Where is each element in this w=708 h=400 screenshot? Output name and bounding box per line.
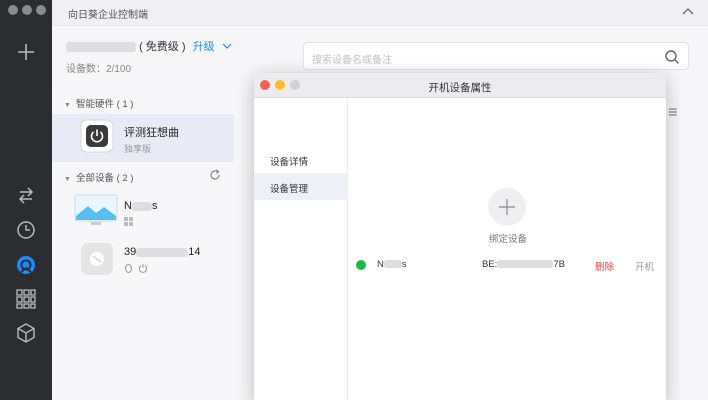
- linux-penguin-icon: [125, 264, 132, 273]
- device-item-smart[interactable]: 评测狂想曲 独享版: [52, 114, 234, 162]
- power-icon[interactable]: [138, 263, 148, 273]
- menu-device-management[interactable]: 设备管理: [254, 173, 348, 200]
- apps-grid-icon[interactable]: [15, 288, 37, 310]
- search-input[interactable]: 搜索设备名或备注: [303, 42, 689, 70]
- caret-down-icon: ▼: [64, 176, 71, 183]
- boot-device-properties-dialog: 开机设备属性 设备详情 设备管理 绑定设备 Ns BE: 7B 删除 开机: [254, 73, 666, 400]
- device-item-windows[interactable]: Ns: [52, 190, 234, 238]
- bound-device-name: Ns: [377, 259, 407, 270]
- remote-control-icon[interactable]: [15, 184, 37, 206]
- device-name: Ns: [124, 200, 158, 212]
- add-icon[interactable]: [15, 41, 37, 63]
- group-label: 全部设备 ( 2 ): [75, 173, 134, 184]
- online-status-icon: [356, 260, 366, 270]
- caret-down-icon: ▼: [64, 102, 71, 109]
- offline-device-icon: [81, 243, 113, 275]
- chevron-down-icon[interactable]: [222, 42, 232, 50]
- title-bar: 向日葵企业控制端: [52, 0, 708, 26]
- device-edition: 独享版: [124, 144, 152, 154]
- chevron-up-icon[interactable]: [682, 7, 694, 17]
- power-device-icon: [80, 119, 114, 153]
- bound-device-mac: BE: 7B: [482, 259, 565, 270]
- bind-device-button[interactable]: [488, 188, 526, 226]
- delete-button[interactable]: 删除: [595, 259, 614, 273]
- device-name: 评测狂想曲: [124, 127, 179, 139]
- account-level: ( 免费级 ): [139, 41, 186, 53]
- dialog-menu: 设备详情 设备管理: [254, 98, 348, 400]
- refresh-icon[interactable]: [209, 169, 221, 181]
- search-icon[interactable]: [664, 49, 680, 65]
- power-on-button[interactable]: 开机: [635, 259, 654, 273]
- group-all-devices[interactable]: ▼ 全部设备 ( 2 ): [64, 170, 133, 184]
- window-zoom-button[interactable]: [36, 5, 46, 15]
- account-name-redacted: [66, 42, 136, 53]
- dialog-title: 开机设备属性: [428, 82, 492, 94]
- windows-desktop-icon: [74, 194, 118, 225]
- upgrade-link[interactable]: 升级: [193, 41, 215, 53]
- package-icon[interactable]: [15, 322, 37, 344]
- bound-device-row: Ns BE: 7B 删除 开机: [356, 259, 656, 275]
- account-bar: ( 免费级 ) 升级: [66, 38, 232, 54]
- dialog-title-bar: 开机设备属性: [254, 73, 666, 98]
- menu-device-details[interactable]: 设备详情: [254, 146, 348, 173]
- window-minimize-button[interactable]: [22, 5, 32, 15]
- plus-icon: [499, 199, 515, 215]
- list-view-icon[interactable]: [668, 107, 678, 117]
- history-icon[interactable]: [15, 219, 37, 241]
- nav-rail: [0, 0, 52, 400]
- windows-logo-icon: [124, 217, 133, 226]
- device-item-linux[interactable]: 39 14: [52, 236, 234, 284]
- search-placeholder: 搜索设备名或备注: [312, 55, 392, 66]
- device-list-icon[interactable]: [15, 254, 37, 276]
- group-smart-hardware[interactable]: ▼ 智能硬件 ( 1 ): [64, 96, 133, 110]
- device-count: 设备数：2/100: [66, 64, 132, 75]
- device-name: 39 14: [124, 246, 201, 258]
- bind-device-label: 绑定设备: [488, 234, 527, 245]
- app-title: 向日葵企业控制端: [68, 10, 148, 21]
- window-close-button[interactable]: [8, 5, 18, 15]
- device-list-panel: ▼ 智能硬件 ( 1 ) 评测狂想曲 独享版 ▼ 全部设备 ( 2 ) N s …: [52, 88, 240, 400]
- group-label: 智能硬件 ( 1 ): [75, 99, 134, 110]
